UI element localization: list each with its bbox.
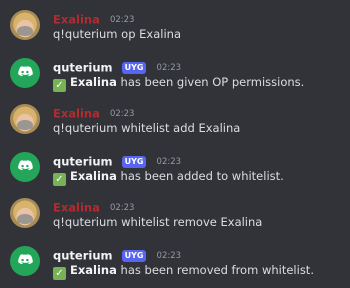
author-name[interactable]: quterium: [53, 249, 113, 263]
message-bot-3: quterium UYG 02:23 ✓ Exalina has been rem…: [0, 246, 350, 286]
subject-name: Exalina: [70, 169, 117, 183]
discord-logo-icon: [18, 66, 33, 77]
message-user-3: Exalina 02:23 q!quterium whitelist remov…: [0, 198, 350, 238]
timestamp: 02:23: [156, 250, 182, 261]
user-avatar[interactable]: [10, 10, 40, 40]
message-header: Exalina 02:23: [53, 197, 135, 215]
bot-tag: UYG: [121, 155, 147, 168]
message-header: quterium UYG 02:23: [53, 245, 182, 263]
author-name[interactable]: quterium: [53, 155, 113, 169]
author-name[interactable]: Exalina: [53, 13, 100, 27]
timestamp: 02:23: [109, 108, 135, 119]
message-user-1: Exalina 02:23 q!quterium op Exalina: [0, 10, 350, 50]
message-text: has been added to whitelist.: [116, 169, 284, 183]
user-avatar[interactable]: [10, 198, 40, 228]
check-mark-icon: ✓: [53, 267, 66, 280]
timestamp: 02:23: [156, 62, 182, 73]
author-name[interactable]: quterium: [53, 61, 113, 75]
message-header: Exalina 02:23: [53, 9, 135, 27]
timestamp: 02:23: [109, 202, 135, 213]
discord-logo-icon: [18, 254, 33, 265]
message-text: q!quterium op Exalina: [53, 27, 181, 41]
message-header: quterium UYG 02:23: [53, 57, 182, 75]
check-mark-icon: ✓: [53, 173, 66, 186]
message-text: has been given OP permissions.: [116, 75, 305, 89]
message-text: q!quterium whitelist add Exalina: [53, 121, 241, 135]
message-content: ✓ Exalina has been given OP permissions.: [53, 74, 305, 92]
timestamp: 02:23: [156, 156, 182, 167]
message-content: q!quterium whitelist add Exalina: [53, 120, 240, 136]
message-text: q!quterium whitelist remove Exalina: [53, 215, 263, 229]
message-header: Exalina 02:23: [53, 103, 135, 121]
subject-name: Exalina: [70, 263, 117, 277]
message-bot-1: quterium UYG 02:23 ✓ Exalina has been giv…: [0, 58, 350, 98]
message-content: q!quterium whitelist remove Exalina: [53, 214, 262, 230]
bot-tag: UYG: [121, 61, 147, 74]
bot-avatar[interactable]: [10, 58, 40, 88]
author-name[interactable]: Exalina: [53, 201, 100, 215]
discord-logo-icon: [18, 160, 33, 171]
bot-avatar[interactable]: [10, 246, 40, 276]
message-header: quterium UYG 02:23: [53, 151, 182, 169]
subject-name: Exalina: [70, 75, 117, 89]
bot-tag: UYG: [121, 249, 147, 262]
check-mark-icon: ✓: [53, 79, 66, 92]
timestamp: 02:23: [109, 14, 135, 25]
author-name[interactable]: Exalina: [53, 107, 100, 121]
message-content: q!quterium op Exalina: [53, 26, 181, 42]
message-content: ✓ Exalina has been removed from whitelist…: [53, 262, 314, 280]
bot-avatar[interactable]: [10, 152, 40, 182]
message-user-2: Exalina 02:23 q!quterium whitelist add E…: [0, 104, 350, 144]
message-content: ✓ Exalina has been added to whitelist.: [53, 168, 284, 186]
message-bot-2: quterium UYG 02:23 ✓ Exalina has been add…: [0, 152, 350, 192]
message-text: has been removed from whitelist.: [116, 263, 314, 277]
user-avatar[interactable]: [10, 104, 40, 134]
